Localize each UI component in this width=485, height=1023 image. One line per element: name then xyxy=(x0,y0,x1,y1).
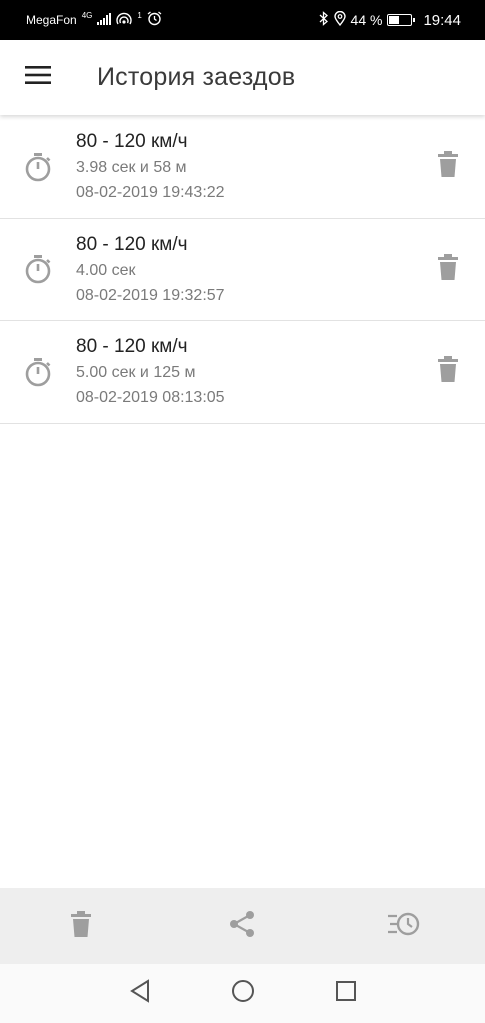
run-details: 80 - 120 км/ч 3.98 сек и 58 м 08-02-2019… xyxy=(76,131,411,202)
hotspot-icon xyxy=(116,12,133,29)
delete-run-button[interactable] xyxy=(411,137,485,197)
stopwatch-icon xyxy=(0,254,76,284)
run-speed-range: 80 - 120 км/ч xyxy=(76,131,188,153)
home-button[interactable] xyxy=(191,964,294,1023)
home-icon xyxy=(231,979,255,1008)
status-bar-left: MegaFon 4G 1 xyxy=(26,11,162,29)
location-icon xyxy=(333,10,346,29)
delete-all-button[interactable] xyxy=(41,896,121,956)
run-details: 80 - 120 км/ч 5.00 сек и 125 м 08-02-201… xyxy=(76,336,411,407)
network-type: 4G xyxy=(81,10,93,20)
status-bar-right: 44 % 19:44 xyxy=(319,10,461,29)
run-date: 08-02-2019 19:32:57 xyxy=(76,286,225,304)
recents-icon xyxy=(335,980,357,1007)
back-icon xyxy=(129,979,151,1008)
list-item[interactable]: 80 - 120 км/ч 5.00 сек и 125 м 08-02-201… xyxy=(0,321,485,424)
history-icon xyxy=(388,911,420,942)
status-bar: MegaFon 4G 1 44 % 19:44 xyxy=(0,0,485,40)
signal-icon xyxy=(97,12,112,28)
list-item[interactable]: 80 - 120 км/ч 3.98 сек и 58 м 08-02-2019… xyxy=(0,116,485,219)
menu-button[interactable] xyxy=(0,40,75,115)
carrier-name: MegaFon xyxy=(26,13,77,27)
run-result: 4.00 сек xyxy=(76,261,136,279)
hotspot-count: 1 xyxy=(137,10,142,20)
stopwatch-icon xyxy=(0,152,76,182)
trash-icon xyxy=(438,356,458,387)
bottom-action-bar xyxy=(0,888,485,964)
list-item[interactable]: 80 - 120 км/ч 4.00 сек 08-02-2019 19:32:… xyxy=(0,219,485,321)
trash-icon xyxy=(438,253,458,285)
run-speed-range: 80 - 120 км/ч xyxy=(76,233,188,255)
run-speed-range: 80 - 120 км/ч xyxy=(76,336,188,358)
battery-level xyxy=(389,16,399,24)
trash-icon xyxy=(438,151,458,182)
back-button[interactable] xyxy=(88,964,191,1023)
stopwatch-icon xyxy=(0,357,76,387)
run-date: 08-02-2019 19:43:22 xyxy=(76,184,225,202)
share-icon xyxy=(229,910,255,943)
run-result: 5.00 сек и 125 м xyxy=(76,364,196,382)
run-result: 3.98 сек и 58 м xyxy=(76,159,187,177)
bluetooth-icon xyxy=(319,11,329,29)
app-bar: История заездов xyxy=(0,40,485,115)
history-button[interactable] xyxy=(364,896,444,956)
delete-run-button[interactable] xyxy=(411,342,485,402)
run-details: 80 - 120 км/ч 4.00 сек 08-02-2019 19:32:… xyxy=(76,234,411,305)
battery-icon xyxy=(387,14,416,26)
page-title: История заездов xyxy=(97,63,296,91)
runs-list: 80 - 120 км/ч 3.98 сек и 58 м 08-02-2019… xyxy=(0,116,485,424)
hamburger-menu-icon xyxy=(24,65,51,90)
recents-button[interactable] xyxy=(294,964,397,1023)
system-nav-bar xyxy=(0,964,485,1023)
share-button[interactable] xyxy=(202,896,282,956)
delete-all-icon xyxy=(70,910,91,942)
clock: 19:44 xyxy=(423,11,461,29)
alarm-icon xyxy=(147,11,162,29)
delete-run-button[interactable] xyxy=(411,239,485,299)
battery-percent: 44 % xyxy=(350,12,383,28)
run-date: 08-02-2019 08:13:05 xyxy=(76,389,225,407)
